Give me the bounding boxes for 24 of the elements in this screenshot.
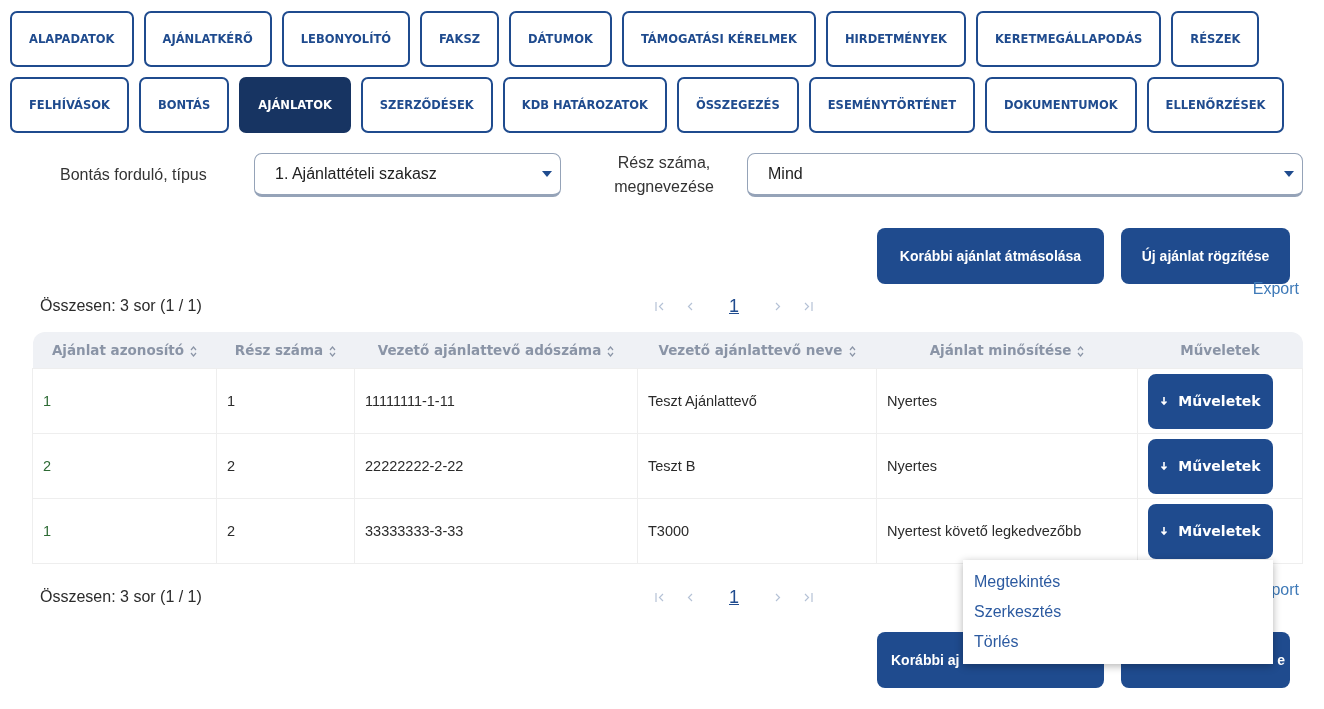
column-header: Vezető ajánlattevő neve [658, 342, 843, 358]
filter-label: Bontás forduló, típus [60, 166, 208, 184]
column-header: Ajánlat minősítése [929, 342, 1072, 358]
row-count-text: Összesen: 3 sor (1 / 1) [40, 297, 203, 315]
table-cell: Nyertes [876, 433, 1138, 499]
table-cell: Teszt Ajánlattevő [637, 368, 877, 434]
table-cell: 11111111-1-11 [354, 368, 638, 434]
column-header: Műveletek [1180, 342, 1260, 358]
table-cell: 1 [216, 368, 355, 434]
table-cell: 2 [216, 498, 355, 564]
table-cell: 33333333-3-33 [354, 498, 638, 564]
filter-label: Rész száma, megnevezése [613, 153, 715, 197]
table-cell: 1 [32, 368, 217, 434]
table-cell: 2 [32, 433, 217, 499]
table-cell: Nyertes [876, 368, 1138, 434]
table-cell: 22222222-2-22 [354, 433, 638, 499]
table-cell: 1 [32, 498, 217, 564]
row-count-text: Összesen: 3 sor (1 / 1) [40, 588, 203, 606]
column-header: Ajánlat azonosító [51, 342, 185, 358]
table-cell: 2 [216, 433, 355, 499]
column-header: Rész száma [234, 342, 324, 358]
table-cell: T3000 [637, 498, 877, 564]
table-cell: Teszt B [637, 433, 877, 499]
column-header: Vezető ajánlattevő adószáma [377, 342, 602, 358]
